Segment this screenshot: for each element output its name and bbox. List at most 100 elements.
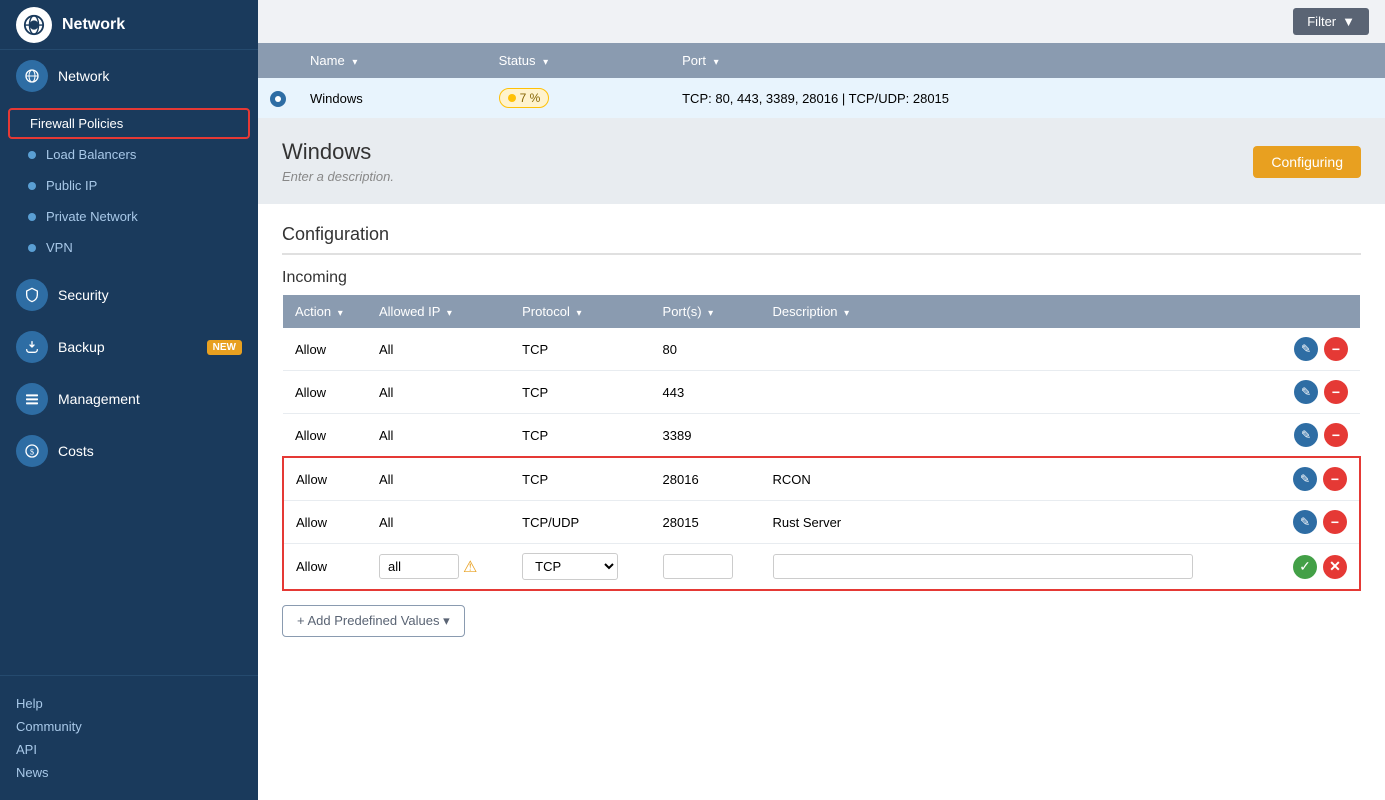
ports-sort-icon: ▾ bbox=[708, 308, 713, 319]
filter-icon: ▼ bbox=[1342, 14, 1355, 29]
rule-description bbox=[761, 371, 1281, 414]
incoming-title: Incoming bbox=[258, 255, 1385, 295]
sidebar-item-management[interactable]: Management bbox=[0, 373, 258, 425]
dot-icon bbox=[28, 213, 36, 221]
add-predefined-button[interactable]: + Add Predefined Values ▾ bbox=[282, 605, 465, 637]
security-icon bbox=[16, 279, 48, 311]
protocol-sort-icon: ▾ bbox=[576, 308, 581, 319]
configuring-button[interactable]: Configuring bbox=[1253, 146, 1361, 178]
detail-header: Windows Enter a description. Configuring bbox=[258, 119, 1385, 204]
private-network-label: Private Network bbox=[46, 209, 138, 224]
port-sort-icon: ▾ bbox=[714, 57, 719, 68]
remove-rule-button[interactable]: − bbox=[1324, 423, 1348, 447]
management-label: Management bbox=[58, 391, 140, 407]
protocol-select[interactable]: TCP UDP TCP/UDP bbox=[522, 553, 618, 580]
confirm-rule-button[interactable]: ✓ bbox=[1293, 555, 1317, 579]
row-status: 7 % bbox=[487, 78, 671, 119]
community-link[interactable]: Community bbox=[16, 715, 242, 738]
rule-protocol: TCP bbox=[510, 457, 650, 501]
edit-rule-button[interactable]: ✎ bbox=[1293, 510, 1317, 534]
rule-allowed-ip: All bbox=[367, 414, 510, 458]
rule-actions: ✎ − bbox=[1280, 457, 1360, 501]
app-logo bbox=[16, 7, 52, 43]
sidebar-item-costs[interactable]: $ Costs bbox=[0, 425, 258, 477]
col-action-header[interactable]: Action ▾ bbox=[283, 295, 367, 328]
rule-allowed-ip: All bbox=[367, 501, 510, 544]
cancel-rule-button[interactable]: ✕ bbox=[1323, 555, 1347, 579]
remove-rule-button[interactable]: − bbox=[1324, 337, 1348, 361]
col-description-header[interactable]: Description ▾ bbox=[761, 295, 1281, 328]
remove-rule-button[interactable]: − bbox=[1324, 380, 1348, 404]
edit-rule-button[interactable]: ✎ bbox=[1293, 467, 1317, 491]
help-link[interactable]: Help bbox=[16, 692, 242, 715]
rule-ports: 28015 bbox=[651, 501, 761, 544]
filter-button[interactable]: Filter ▼ bbox=[1293, 8, 1369, 35]
rule-protocol: TCP/UDP bbox=[510, 501, 650, 544]
sidebar-item-firewall-policies[interactable]: Firewall Policies bbox=[8, 108, 250, 139]
row-name: Windows bbox=[298, 78, 487, 119]
remove-rule-button[interactable]: − bbox=[1323, 510, 1347, 534]
backup-label: Backup bbox=[58, 339, 105, 355]
edit-rule-button[interactable]: ✎ bbox=[1294, 337, 1318, 361]
table-row: Allow All TCP 443 ✎ − bbox=[283, 371, 1360, 414]
new-rule-ports bbox=[651, 544, 761, 591]
name-sort-icon: ▾ bbox=[352, 57, 357, 68]
sidebar-item-private-network[interactable]: Private Network bbox=[0, 201, 258, 232]
col-protocol-header[interactable]: Protocol ▾ bbox=[510, 295, 650, 328]
col-allowed-ip-header[interactable]: Allowed IP ▾ bbox=[367, 295, 510, 328]
col-name-header[interactable]: Name ▾ bbox=[298, 43, 487, 78]
rule-allowed-ip: All bbox=[367, 328, 510, 371]
detail-description: Enter a description. bbox=[282, 169, 394, 184]
allowed-ip-input[interactable] bbox=[379, 554, 459, 579]
col-port-header[interactable]: Port ▾ bbox=[670, 43, 1385, 78]
edit-rule-button[interactable]: ✎ bbox=[1294, 380, 1318, 404]
col-select-header bbox=[258, 43, 298, 78]
sidebar-item-load-balancers[interactable]: Load Balancers bbox=[0, 139, 258, 170]
public-ip-label: Public IP bbox=[46, 178, 97, 193]
rule-ports: 80 bbox=[651, 328, 761, 371]
table-row[interactable]: Windows 7 % TCP: 80, 443, 3389, 28016 | … bbox=[258, 78, 1385, 119]
sidebar-item-security[interactable]: Security bbox=[0, 269, 258, 321]
sidebar-item-backup[interactable]: Backup NEW bbox=[0, 321, 258, 373]
row-radio[interactable] bbox=[258, 78, 298, 119]
config-title: Configuration bbox=[282, 224, 1361, 255]
sidebar-item-network[interactable]: Network bbox=[0, 50, 258, 102]
detail-title: Windows bbox=[282, 139, 394, 165]
network-label: Network bbox=[58, 68, 109, 84]
col-actions-header bbox=[1280, 295, 1360, 328]
rule-action: Allow bbox=[283, 414, 367, 458]
rule-description: Rust Server bbox=[761, 501, 1281, 544]
rule-actions: ✎ − bbox=[1280, 501, 1360, 544]
table-row: Allow All TCP 28016 RCON ✎ − bbox=[283, 457, 1360, 501]
api-link[interactable]: API bbox=[16, 738, 242, 761]
dot-icon bbox=[28, 244, 36, 252]
rule-action: Allow bbox=[283, 501, 367, 544]
main-content: Filter ▼ Name ▾ Status ▾ Port bbox=[258, 0, 1385, 800]
sidebar-item-public-ip[interactable]: Public IP bbox=[0, 170, 258, 201]
firewall-list-table: Name ▾ Status ▾ Port ▾ Windows bbox=[258, 43, 1385, 119]
main-content-wrap: Configuration Incoming Action ▾ Allowed … bbox=[258, 204, 1385, 800]
load-balancers-label: Load Balancers bbox=[46, 147, 136, 162]
col-ports-header[interactable]: Port(s) ▾ bbox=[651, 295, 761, 328]
news-link[interactable]: News bbox=[16, 761, 242, 784]
col-status-header[interactable]: Status ▾ bbox=[487, 43, 671, 78]
firewall-list-table-wrap: Name ▾ Status ▾ Port ▾ Windows bbox=[258, 43, 1385, 119]
sidebar-item-vpn[interactable]: VPN bbox=[0, 232, 258, 263]
new-rule-action: Allow bbox=[283, 544, 367, 591]
sidebar: Network Network Firewall Policies Load B… bbox=[0, 0, 258, 800]
description-input[interactable] bbox=[773, 554, 1193, 579]
network-subnav: Firewall Policies Load Balancers Public … bbox=[0, 102, 258, 269]
app-title: Network bbox=[62, 16, 125, 34]
rule-protocol: TCP bbox=[510, 414, 650, 458]
edit-rule-button[interactable]: ✎ bbox=[1294, 423, 1318, 447]
costs-label: Costs bbox=[58, 443, 94, 459]
rule-actions: ✎ − bbox=[1280, 371, 1360, 414]
remove-rule-button[interactable]: − bbox=[1323, 467, 1347, 491]
status-sort-icon: ▾ bbox=[543, 57, 548, 68]
ports-input[interactable] bbox=[663, 554, 733, 579]
rule-action: Allow bbox=[283, 457, 367, 501]
svg-text:$: $ bbox=[30, 447, 34, 456]
rule-protocol: TCP bbox=[510, 328, 650, 371]
vpn-label: VPN bbox=[46, 240, 73, 255]
status-dot-icon bbox=[508, 94, 516, 102]
